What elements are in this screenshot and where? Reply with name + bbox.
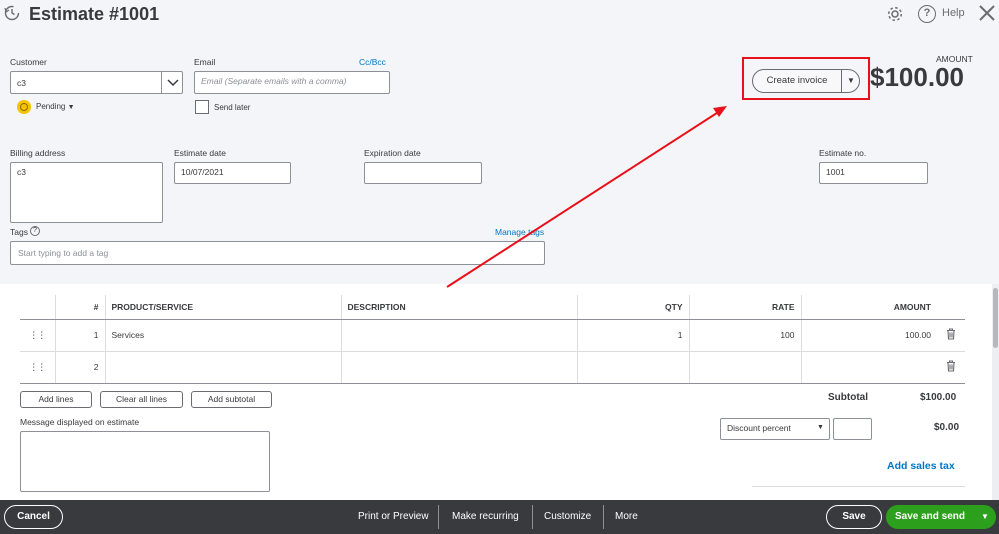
help-icon[interactable]: ? [918,5,936,23]
recent-history-icon[interactable] [4,5,20,21]
cc-bcc-link[interactable]: Cc/Bcc [359,57,386,67]
delete-row-icon[interactable] [937,319,965,352]
customer-label: Customer [10,57,47,67]
customer-value: c3 [17,78,26,88]
delete-row-icon[interactable] [937,351,965,384]
pending-status-icon [17,100,31,114]
footer-divider [532,505,533,529]
rate-cell[interactable] [688,351,801,384]
line-items-table: # PRODUCT/SERVICE DESCRIPTION QTY RATE A… [20,295,965,384]
caret-down-icon: ▼ [817,424,824,431]
email-field[interactable]: Email (Separate emails with a comma) [194,71,390,94]
table-row[interactable]: ⋮⋮ 2 [20,351,965,384]
estimate-date-label: Estimate date [174,148,226,158]
product-cell[interactable]: Services [104,319,341,352]
table-row[interactable]: ⋮⋮ 1 Services 1 100 100.00 [20,319,965,352]
tags-info-icon[interactable]: ? [30,226,40,236]
help-label[interactable]: Help [942,7,965,19]
email-label: Email [194,57,216,67]
scrollbar-thumb[interactable] [993,288,998,348]
row-number: 2 [54,351,105,384]
row-number: 1 [54,319,105,352]
drag-column-header [20,295,55,320]
estimate-no-value: 1001 [826,167,845,177]
clear-all-lines-button[interactable]: Clear all lines [100,391,183,408]
column-header-rate: RATE [688,295,801,320]
product-cell[interactable] [104,351,341,384]
manage-tags-link[interactable]: Manage tags [495,227,544,237]
chevron-down-icon[interactable] [167,79,179,87]
delete-column-header [937,295,965,320]
column-header-product: PRODUCT/SERVICE [104,295,341,320]
estimate-date-field[interactable]: 10/07/2021 [174,162,291,184]
page-title: Estimate #1001 [29,4,160,24]
cancel-button[interactable]: Cancel [4,505,63,529]
description-cell[interactable] [340,319,577,352]
send-later-checkbox[interactable] [195,100,209,114]
table-header-row: # PRODUCT/SERVICE DESCRIPTION QTY RATE A… [20,295,965,320]
description-cell[interactable] [340,351,577,384]
email-placeholder: Email (Separate emails with a comma) [201,76,347,86]
expiration-date-field[interactable] [364,162,482,184]
rate-cell[interactable]: 100 [688,319,801,352]
message-field[interactable] [20,431,270,492]
add-sales-tax-link[interactable]: Add sales tax [887,460,955,472]
discount-percent-input[interactable] [833,418,872,440]
qty-cell[interactable] [576,351,689,384]
tags-placeholder: Start typing to add a tag [18,248,109,258]
save-button[interactable]: Save [826,505,882,529]
scrollbar-track[interactable] [992,284,999,500]
amount-cell[interactable]: 100.00 [800,319,937,352]
column-header-description: DESCRIPTION [340,295,577,320]
close-icon[interactable] [978,4,996,22]
customer-select[interactable]: c3 [10,71,183,94]
tags-label: Tags [10,227,28,237]
discount-type-select[interactable]: Discount percent ▼ [720,418,830,440]
column-header-amount: AMOUNT [800,295,937,320]
estimate-date-value: 10/07/2021 [181,167,224,177]
save-and-send-split-button: Save and send ▼ [886,505,996,529]
status-label: Pending [36,102,66,111]
customer-select-divider [161,72,162,93]
totals-divider [752,486,965,487]
subtotal-label: Subtotal [828,392,868,403]
tags-input[interactable]: Start typing to add a tag [10,241,545,265]
caret-down-icon: ▼ [67,104,75,111]
settings-gear-icon[interactable] [886,5,904,23]
footer-divider [438,505,439,529]
billing-address-value: c3 [17,167,26,177]
drag-handle-icon[interactable]: ⋮⋮ [20,351,55,384]
highlight-box [742,57,870,100]
billing-address-field[interactable]: c3 [10,162,163,223]
estimate-no-label: Estimate no. [819,148,867,158]
discount-value: $0.00 [934,422,960,433]
qty-cell[interactable]: 1 [576,319,689,352]
save-and-send-button[interactable]: Save and send [886,505,974,529]
save-options-caret-icon[interactable]: ▼ [974,505,996,529]
expiration-date-label: Expiration date [364,148,421,158]
message-label: Message displayed on estimate [20,417,140,427]
amount-cell[interactable] [800,351,937,384]
estimate-no-field[interactable]: 1001 [819,162,928,184]
print-preview-button[interactable]: Print or Preview [358,511,429,522]
add-subtotal-button[interactable]: Add subtotal [191,391,272,408]
discount-type-value: Discount percent [727,423,791,433]
customize-button[interactable]: Customize [544,511,591,522]
amount-total: $100.00 [870,62,964,92]
column-header-qty: QTY [576,295,689,320]
more-button[interactable]: More [615,511,638,522]
add-lines-button[interactable]: Add lines [20,391,92,408]
drag-handle-icon[interactable]: ⋮⋮ [20,319,55,352]
subtotal-value: $100.00 [920,392,957,403]
make-recurring-button[interactable]: Make recurring [452,511,519,522]
billing-address-label: Billing address [10,148,66,158]
footer-divider [603,505,604,529]
column-header-num: # [54,295,105,320]
status-dropdown[interactable]: Pending ▼ [36,102,75,111]
send-later-label: Send later [214,103,251,112]
